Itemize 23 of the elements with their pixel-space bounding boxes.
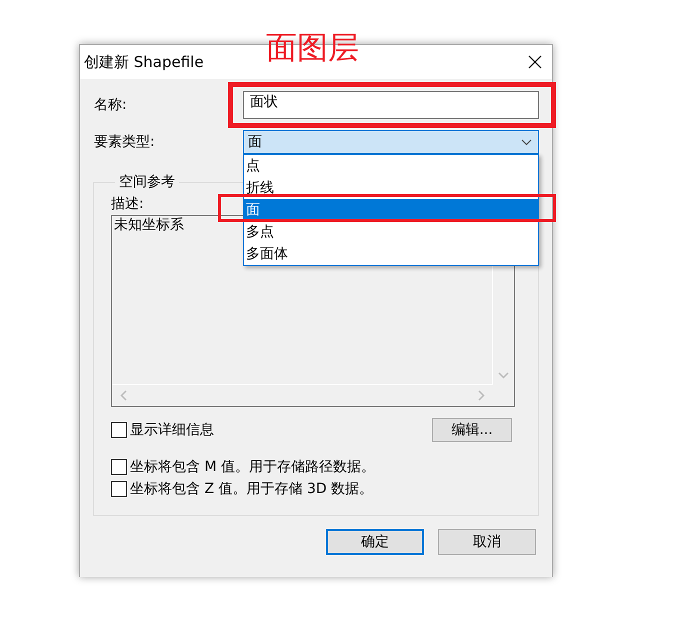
dropdown-option[interactable]: 多点 (244, 221, 538, 243)
dialog-button[interactable]: 取消 (438, 529, 536, 555)
chevron-down-icon (521, 138, 532, 146)
field-label: 名称: (94, 96, 128, 114)
dropdown-option[interactable]: 多面体 (244, 243, 538, 265)
dropdown-option[interactable]: 面 (244, 199, 538, 221)
checkbox[interactable] (111, 422, 127, 438)
checkbox-label: 坐标将包含 M 值。用于存储路径数据。 (130, 458, 375, 476)
checkbox-label: 坐标将包含 Z 值。用于存储 3D 数据。 (130, 480, 374, 498)
checkbox[interactable] (111, 481, 127, 497)
window-title: 创建新 Shapefile (84, 52, 204, 72)
checkbox[interactable] (111, 459, 127, 475)
checkbox-label: 显示详细信息 (130, 421, 214, 439)
field-label: 要素类型: (94, 133, 156, 151)
edit-button[interactable]: 编辑... (432, 418, 512, 442)
dialog-button[interactable]: 确定 (326, 529, 424, 555)
annotation-label: 面图层 (266, 30, 359, 68)
field-label: 描述: (111, 195, 144, 213)
group-legend: 空间参考 (115, 173, 179, 191)
close-icon[interactable] (528, 55, 542, 69)
dropdown-option[interactable]: 点 (244, 155, 538, 177)
name-field[interactable]: 面状 (243, 91, 539, 119)
dropdown-option[interactable]: 折线 (244, 177, 538, 199)
